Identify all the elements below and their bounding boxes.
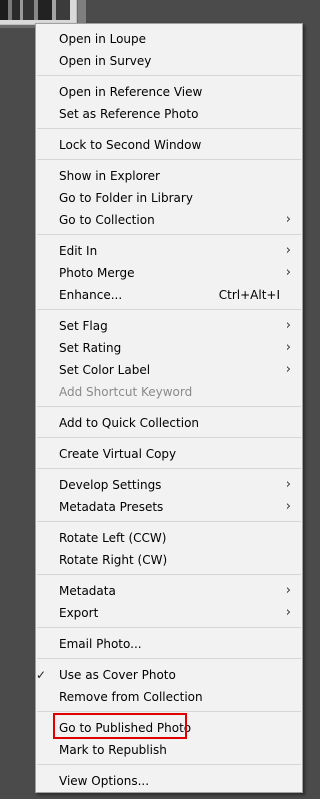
chevron-right-icon: ›	[285, 477, 291, 492]
menu-item-add-to-quick-collection[interactable]: Add to Quick Collection	[36, 412, 304, 434]
menu-item-photo-merge[interactable]: Photo Merge ›	[36, 262, 304, 284]
menu-item-label: Metadata	[59, 584, 116, 598]
menu-item-metadata-presets[interactable]: Metadata Presets ›	[36, 496, 304, 518]
menu-item-label: Create Virtual Copy	[59, 447, 177, 461]
menu-item-go-to-folder-in-library[interactable]: Go to Folder in Library	[36, 187, 304, 209]
menu-separator	[37, 764, 301, 765]
menu-separator	[37, 159, 301, 160]
menu-item-label: Enhance...	[59, 288, 123, 302]
menu-item-label: Set as Reference Photo	[59, 107, 199, 121]
menu-item-label: Open in Reference View	[59, 85, 203, 99]
menu-separator	[37, 406, 301, 407]
chevron-right-icon: ›	[285, 605, 291, 620]
menu-separator	[37, 658, 301, 659]
menu-item-metadata[interactable]: Metadata ›	[36, 580, 304, 602]
menu-item-rotate-right-cw[interactable]: Rotate Right (CW)	[36, 549, 304, 571]
menu-item-open-in-survey[interactable]: Open in Survey	[36, 50, 304, 72]
menu-item-label: Set Color Label	[59, 363, 151, 377]
photo-thumbnail	[0, 0, 70, 20]
menu-item-label: Set Rating	[59, 341, 122, 355]
chevron-right-icon: ›	[285, 362, 291, 377]
menu-item-label: Mark to Republish	[59, 743, 167, 757]
menu-item-label: Open in Survey	[59, 54, 152, 68]
menu-item-shortcut: Ctrl+Alt+I	[218, 288, 280, 302]
menu-item-view-options[interactable]: View Options...	[36, 770, 304, 792]
menu-item-set-flag[interactable]: Set Flag ›	[36, 315, 304, 337]
photo-thumbnail-cell[interactable]	[0, 0, 77, 25]
menu-item-open-in-loupe[interactable]: Open in Loupe	[36, 28, 304, 50]
chevron-right-icon: ›	[285, 265, 291, 280]
menu-separator	[37, 437, 301, 438]
menu-item-label: Open in Loupe	[59, 32, 147, 46]
menu-item-use-as-cover-photo[interactable]: ✓ Use as Cover Photo	[36, 664, 304, 686]
menu-separator	[37, 574, 301, 575]
menu-item-create-virtual-copy[interactable]: Create Virtual Copy	[36, 443, 304, 465]
chevron-right-icon: ›	[285, 318, 291, 333]
menu-item-label: View Options...	[59, 774, 150, 788]
menu-item-label: Develop Settings	[59, 478, 162, 492]
menu-item-label: Email Photo...	[59, 637, 142, 651]
menu-separator	[37, 309, 301, 310]
menu-item-label: Use as Cover Photo	[59, 668, 176, 682]
menu-item-label: Photo Merge	[59, 266, 135, 280]
menu-item-lock-to-second-window[interactable]: Lock to Second Window	[36, 134, 304, 156]
menu-item-set-as-reference-photo[interactable]: Set as Reference Photo	[36, 103, 304, 125]
menu-separator	[37, 521, 301, 522]
menu-item-label: Set Flag	[59, 319, 108, 333]
menu-item-go-to-collection[interactable]: Go to Collection ›	[36, 209, 304, 231]
menu-item-rotate-left-ccw[interactable]: Rotate Left (CCW)	[36, 527, 304, 549]
menu-item-develop-settings[interactable]: Develop Settings ›	[36, 474, 304, 496]
checkmark-icon: ✓	[35, 668, 47, 682]
menu-item-label: Metadata Presets	[59, 500, 164, 514]
menu-item-email-photo[interactable]: Email Photo...	[36, 633, 304, 655]
menu-separator	[37, 468, 301, 469]
menu-item-label: Export	[59, 606, 99, 620]
menu-item-open-in-reference-view[interactable]: Open in Reference View	[36, 81, 304, 103]
menu-item-edit-in[interactable]: Edit In ›	[36, 240, 304, 262]
menu-item-label: Show in Explorer	[59, 169, 160, 183]
menu-item-label: Go to Folder in Library	[59, 191, 193, 205]
chevron-right-icon: ›	[285, 499, 291, 514]
menu-item-label: Lock to Second Window	[59, 138, 202, 152]
menu-separator	[37, 627, 301, 628]
menu-item-mark-to-republish[interactable]: Mark to Republish	[36, 739, 304, 761]
chevron-right-icon: ›	[285, 212, 291, 227]
menu-item-show-in-explorer[interactable]: Show in Explorer	[36, 165, 304, 187]
chevron-right-icon: ›	[285, 340, 291, 355]
menu-item-set-rating[interactable]: Set Rating ›	[36, 337, 304, 359]
chevron-right-icon: ›	[285, 243, 291, 258]
menu-item-label: Rotate Left (CCW)	[59, 531, 167, 545]
context-menu: Open in Loupe Open in Survey Open in Refer…	[35, 23, 303, 793]
menu-item-enhance[interactable]: Enhance... Ctrl+Alt+I	[36, 284, 304, 306]
menu-item-export[interactable]: Export ›	[36, 602, 304, 624]
menu-separator	[37, 234, 301, 235]
menu-separator	[37, 128, 301, 129]
menu-item-label: Rotate Right (CW)	[59, 553, 168, 567]
menu-separator	[37, 711, 301, 712]
menu-item-remove-from-collection[interactable]: Remove from Collection	[36, 686, 304, 708]
menu-item-label: Go to Collection	[59, 213, 155, 227]
menu-item-label: Remove from Collection	[59, 690, 203, 704]
menu-item-label: Add Shortcut Keyword	[59, 385, 193, 399]
menu-item-label: Go to Published Photo	[59, 721, 192, 735]
menu-item-add-shortcut-keyword: Add Shortcut Keyword	[36, 381, 304, 403]
menu-item-label: Edit In	[59, 244, 98, 258]
menu-item-go-to-published-photo[interactable]: Go to Published Photo	[36, 717, 304, 739]
menu-item-label: Add to Quick Collection	[59, 416, 200, 430]
menu-separator	[37, 75, 301, 76]
chevron-right-icon: ›	[285, 583, 291, 598]
menu-item-set-color-label[interactable]: Set Color Label ›	[36, 359, 304, 381]
